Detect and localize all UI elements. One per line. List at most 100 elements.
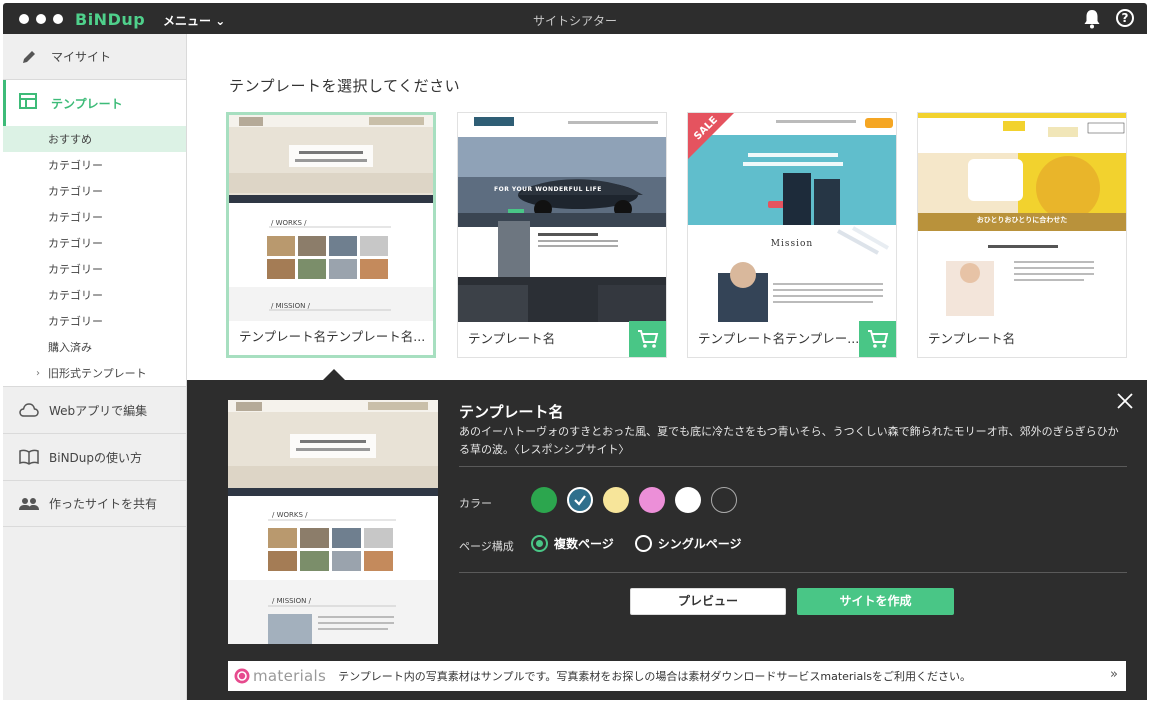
- selection-pointer: [323, 369, 345, 380]
- double-chevron-right-icon[interactable]: »: [1110, 667, 1118, 682]
- preview-section-label: / MISSION /: [272, 597, 311, 605]
- preview-section-label: / WORKS /: [272, 511, 308, 519]
- template-card[interactable]: おひとりおひとりに合わせた テンプレート名: [917, 112, 1127, 358]
- radio-multi-page-label[interactable]: 複数ページ: [554, 535, 614, 552]
- sidebar-item-label: Webアプリで編集: [49, 403, 148, 418]
- app-logo: BiNDup: [75, 10, 146, 29]
- close-icon[interactable]: [1116, 392, 1134, 410]
- sidebar-item-share[interactable]: 作ったサイトを共有: [3, 480, 186, 527]
- chevron-down-icon: ⌄: [215, 14, 226, 28]
- template-thumbnail: SALE Mission: [688, 113, 896, 322]
- divider: [459, 572, 1127, 573]
- menu-label: メニュー: [163, 14, 212, 28]
- help-icon[interactable]: ?: [1116, 9, 1134, 27]
- detail-description: あのイーハトーヴォのすきとおった風、夏でも底に冷たさをもつ青いそら、うつくしい森…: [459, 425, 1119, 456]
- sidebar-subitem-label: 旧形式テンプレート: [48, 367, 147, 380]
- template-thumbnail: おひとりおひとりに合わせた: [918, 113, 1126, 322]
- cart-button[interactable]: [629, 321, 666, 357]
- template-name: テンプレート名: [928, 331, 1016, 346]
- thumbnail-section-works: WORKS: [275, 219, 302, 227]
- page-structure-options: 複数ページ シングルページ: [531, 535, 742, 552]
- thumbnail-hero-text: FOR YOUR WONDERFUL LIFE: [494, 186, 602, 193]
- radio-single-page-label[interactable]: シングルページ: [658, 535, 742, 552]
- template-thumbnail: FOR YOUR WONDERFUL LIFE: [458, 113, 666, 322]
- radio-single-page[interactable]: [634, 535, 652, 552]
- sidebar-item-templates[interactable]: テンプレート: [3, 80, 186, 126]
- materials-logo-text: materials: [253, 667, 327, 685]
- materials-logo: materials: [234, 667, 326, 685]
- detail-preview-image: / WORKS / / MISSION /: [228, 400, 438, 644]
- check-icon: [574, 495, 586, 506]
- sidebar-subitem-category[interactable]: カテゴリー: [3, 256, 186, 282]
- thumbnail-section-mission: MISSION: [275, 302, 306, 310]
- sidebar-subitem-purchased[interactable]: 購入済み: [3, 334, 186, 360]
- template-icon: [19, 93, 39, 113]
- sidebar-subitem-legacy-templates[interactable]: › 旧形式テンプレート: [3, 360, 186, 386]
- sidebar-subitem-recommended[interactable]: おすすめ: [3, 126, 186, 152]
- detail-title: テンプレート名: [459, 403, 564, 421]
- template-name: テンプレート名テンプレー...: [698, 331, 860, 346]
- close-window-dot[interactable]: [19, 14, 29, 24]
- page-title: テンプレートを選択してください: [229, 77, 461, 95]
- preview-section-mission: MISSION: [276, 597, 307, 605]
- pencil-icon: [19, 47, 39, 67]
- cart-button[interactable]: [859, 321, 896, 357]
- radio-multi-page[interactable]: [531, 535, 548, 552]
- cloud-icon: [19, 401, 39, 419]
- template-section: テンプレート おすすめ カテゴリー カテゴリー カテゴリー カテゴリー カテゴリ…: [3, 80, 186, 386]
- materials-logo-icon: [234, 668, 250, 684]
- thumbnail-section-label: / MISSION /: [271, 302, 310, 310]
- sidebar-item-how-to[interactable]: BiNDupの使い方: [3, 433, 186, 480]
- maximize-window-dot[interactable]: [53, 14, 63, 24]
- bell-icon[interactable]: [1083, 9, 1101, 29]
- menu-button[interactable]: メニュー ⌄: [163, 12, 225, 29]
- cart-icon: [637, 330, 658, 348]
- divider: [459, 466, 1127, 467]
- sidebar-item-label: 作ったサイトを共有: [49, 497, 158, 511]
- sidebar-subitem-category[interactable]: カテゴリー: [3, 152, 186, 178]
- thumbnail-banner-text: おひとりおひとりに合わせた: [976, 216, 1068, 224]
- color-swatch-teal-selected[interactable]: [567, 487, 593, 513]
- color-label: カラー: [459, 497, 492, 510]
- color-swatches: [531, 487, 737, 513]
- chevron-right-icon: ›: [36, 367, 40, 379]
- template-thumbnail: / WORKS / / MISSION /: [229, 115, 433, 321]
- template-gallery: テンプレートを選択してください / WORKS / / MISSION / テン…: [188, 34, 1147, 380]
- sidebar-subitem-category[interactable]: カテゴリー: [3, 178, 186, 204]
- template-name: テンプレート名: [468, 331, 556, 346]
- window-controls[interactable]: [19, 14, 63, 24]
- preview-button[interactable]: プレビュー: [630, 588, 786, 615]
- title-bar: BiNDup メニュー ⌄ サイトシアター ?: [3, 3, 1147, 34]
- sidebar-subitem-category[interactable]: カテゴリー: [3, 308, 186, 334]
- template-name: テンプレート名テンプレート名...: [239, 329, 426, 344]
- sidebar-item-web-app[interactable]: Webアプリで編集: [3, 386, 186, 433]
- sidebar-item-my-site[interactable]: マイサイト: [3, 34, 186, 80]
- color-swatch-green[interactable]: [531, 487, 557, 513]
- color-swatch-yellow[interactable]: [603, 487, 629, 513]
- color-swatch-pink[interactable]: [639, 487, 665, 513]
- sidebar: マイサイト テンプレート おすすめ カテゴリー カテゴリー カテゴリー カテゴリ…: [3, 34, 187, 700]
- cart-icon: [867, 330, 888, 348]
- thumbnail-section-label: / WORKS /: [271, 219, 307, 227]
- sidebar-item-label: BiNDupの使い方: [49, 450, 143, 465]
- template-detail-panel: / WORKS / / MISSION / テンプレート名 あのイーハトーヴォの…: [187, 380, 1147, 700]
- create-site-button[interactable]: サイトを作成: [797, 588, 954, 615]
- materials-notice: テンプレート内の写真素材はサンプルです。写真素材をお探しの場合は素材ダウンロード…: [338, 670, 972, 683]
- page-structure-label: ページ構成: [459, 540, 514, 553]
- materials-banner[interactable]: materials テンプレート内の写真素材はサンプルです。写真素材をお探しの場…: [228, 661, 1126, 691]
- template-card[interactable]: FOR YOUR WONDERFUL LIFE テンプレート名: [457, 112, 667, 358]
- sidebar-subitem-category[interactable]: カテゴリー: [3, 230, 186, 256]
- template-card[interactable]: SALE Mission テンプレート名テンプレー...: [687, 112, 897, 358]
- book-icon: [19, 448, 39, 466]
- preview-section-works: WORKS: [276, 511, 303, 519]
- people-icon: [19, 495, 39, 513]
- sidebar-subitem-category[interactable]: カテゴリー: [3, 204, 186, 230]
- color-swatch-dark[interactable]: [711, 487, 737, 513]
- sidebar-item-label: テンプレート: [51, 96, 123, 111]
- color-swatch-white[interactable]: [675, 487, 701, 513]
- thumbnail-heading: Mission: [770, 239, 814, 249]
- sidebar-item-label: マイサイト: [51, 50, 112, 64]
- sidebar-subitem-category[interactable]: カテゴリー: [3, 282, 186, 308]
- template-card[interactable]: / WORKS / / MISSION / テンプレート名テンプレート名...: [226, 112, 436, 358]
- minimize-window-dot[interactable]: [36, 14, 46, 24]
